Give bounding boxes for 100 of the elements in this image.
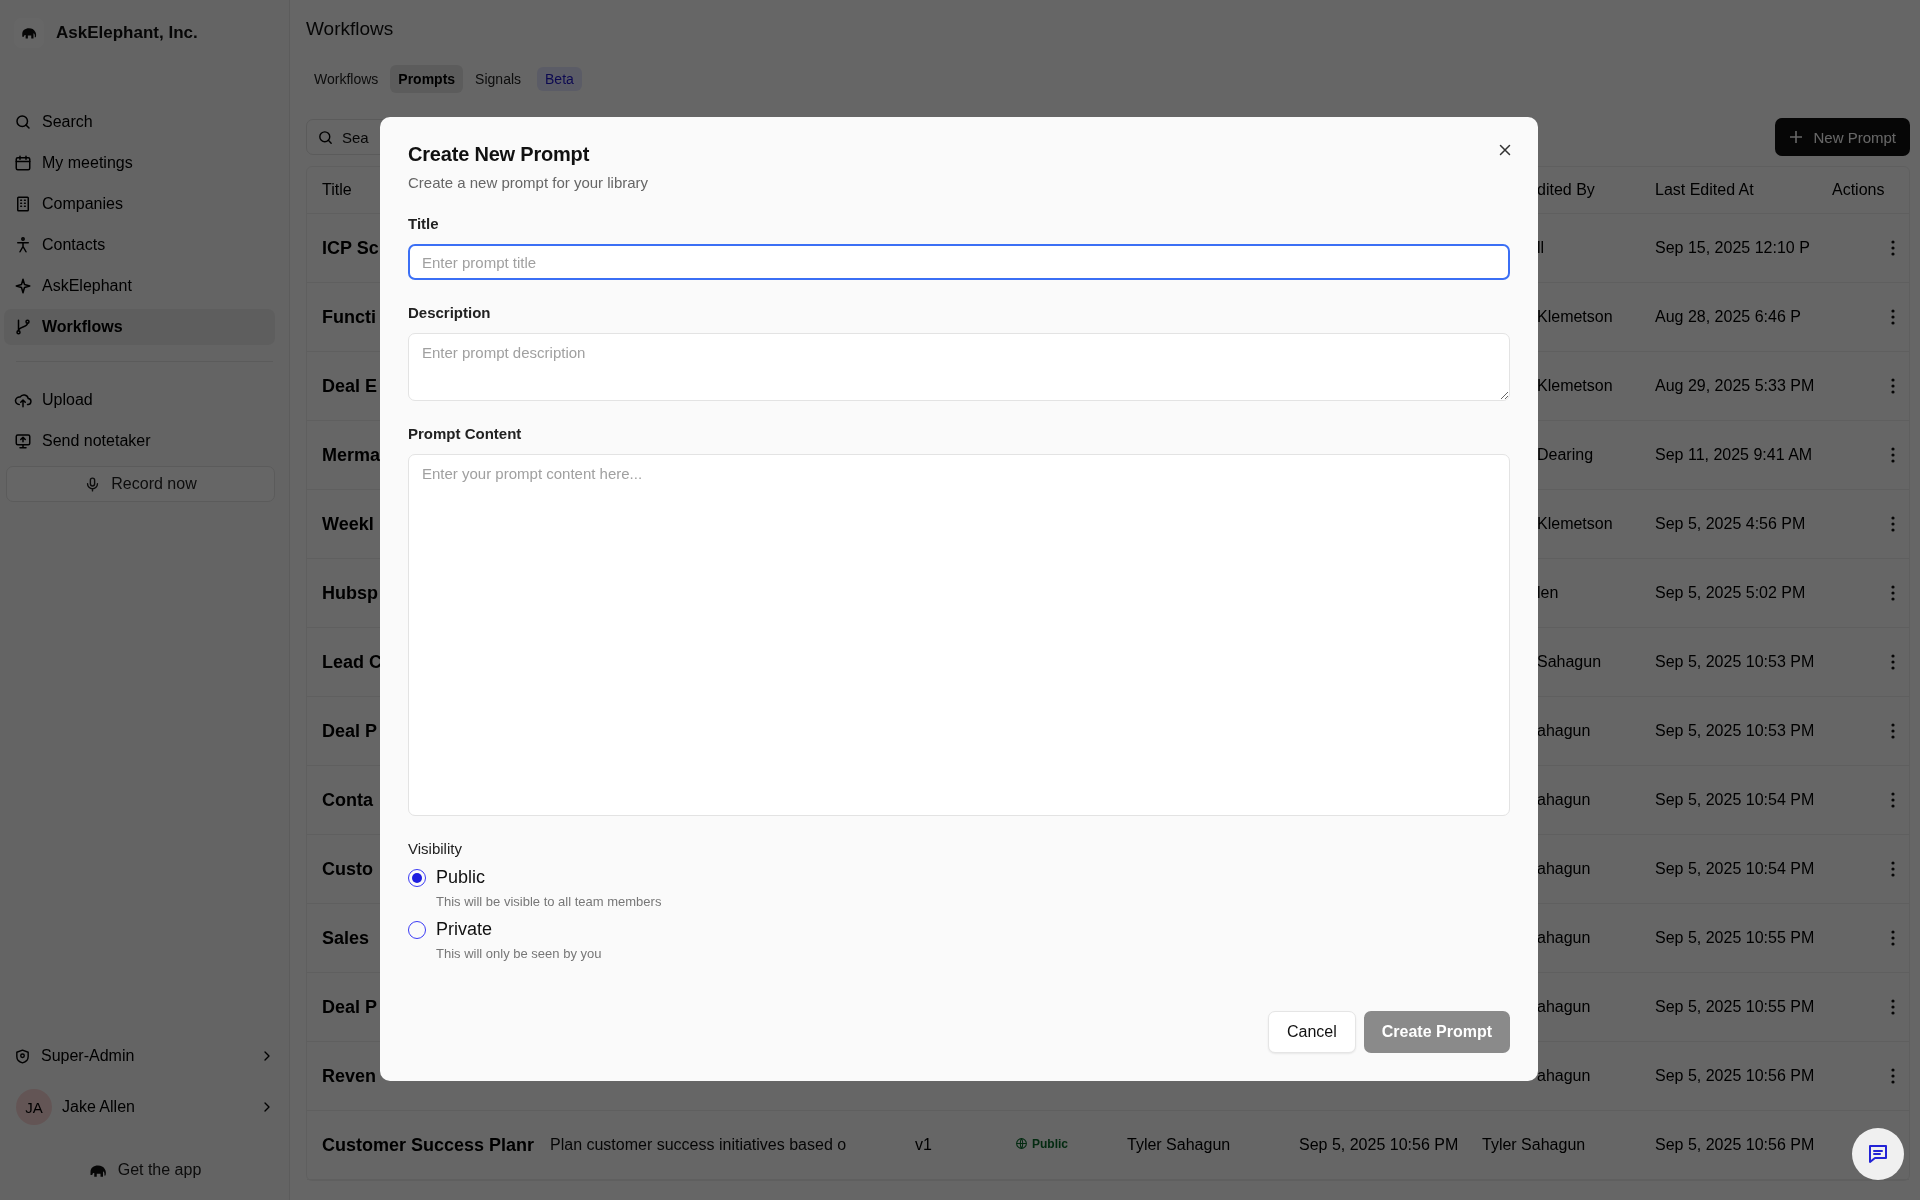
prompt-title: ICP Sc <box>322 237 379 259</box>
more-icon[interactable] <box>1891 654 1895 670</box>
table-cell: v1 <box>915 1136 932 1154</box>
table-cell: Sep 5, 2025 10:56 PM <box>1655 1067 1815 1085</box>
search-icon <box>14 113 32 131</box>
table-cell: ahagun <box>1537 791 1591 809</box>
prompt-title: Functi <box>322 306 376 328</box>
column-header: Last Edited At <box>1655 181 1754 199</box>
page-title: Workflows <box>306 18 395 40</box>
beta-badge: Beta <box>537 67 582 91</box>
sidebar-item[interactable]: My meetings <box>4 145 285 181</box>
table-cell: Tyler Sahagun <box>1482 1136 1586 1154</box>
user-menu-item[interactable]: JA Jake Allen <box>4 1084 285 1130</box>
table-cell: Sep 15, 2025 12:10 P <box>1655 239 1810 257</box>
field-label: Title <box>408 215 440 232</box>
building-icon <box>14 195 32 213</box>
tab[interactable]: Workflows <box>306 65 387 93</box>
more-icon[interactable] <box>1891 447 1895 463</box>
column-header: Title <box>322 181 352 199</box>
more-icon[interactable] <box>1891 378 1895 394</box>
dialog-title: Create New Prompt <box>408 143 590 166</box>
field-label: Description <box>408 304 492 321</box>
table-cell: ahagun <box>1537 1067 1591 1085</box>
table-cell: Sep 5, 2025 10:54 PM <box>1655 791 1815 809</box>
chat-icon <box>1866 1142 1890 1166</box>
elephant-icon <box>20 26 38 40</box>
table-cell: Sahagun <box>1537 653 1602 671</box>
radio-label[interactable]: Public <box>436 867 1510 888</box>
user-avatar: JA <box>16 1089 52 1125</box>
radio-label[interactable]: Private <box>436 919 1510 940</box>
branch-icon <box>14 318 32 336</box>
table-cell: Klemetson <box>1537 515 1613 533</box>
more-icon[interactable] <box>1891 309 1895 325</box>
monitor-icon <box>14 432 32 450</box>
radio-hint: This will be visible to all team members <box>436 894 663 909</box>
more-icon[interactable] <box>1891 861 1895 877</box>
prompt-title: Deal P <box>322 720 378 742</box>
more-icon[interactable] <box>1891 1068 1895 1084</box>
create-prompt-button[interactable]: Create Prompt <box>1363 1011 1510 1053</box>
table-cell: Sep 5, 2025 10:53 PM <box>1655 653 1815 671</box>
field-label: Prompt Content <box>408 425 523 442</box>
prompt-title: Deal P <box>322 996 378 1018</box>
tab[interactable]: Signals <box>467 65 530 93</box>
more-icon[interactable] <box>1891 723 1895 739</box>
column-header: Actions <box>1832 181 1885 199</box>
sidebar-item[interactable]: Companies <box>4 186 285 222</box>
globe-icon <box>1015 1137 1028 1150</box>
sidebar-item[interactable]: Workflows <box>4 309 275 345</box>
admin-menu-item[interactable]: Super-Admin <box>4 1038 285 1074</box>
prompt-title: Merma <box>322 444 381 466</box>
tab[interactable]: Prompts <box>390 65 464 93</box>
table-cell: Sep 5, 2025 4:56 PM <box>1655 515 1806 533</box>
more-icon[interactable] <box>1891 240 1895 256</box>
table-cell: Sep 5, 2025 10:55 PM <box>1655 998 1815 1016</box>
table-cell: ahagun <box>1537 722 1591 740</box>
table-cell: Klemetson <box>1537 308 1613 326</box>
sidebar-item[interactable]: Search <box>4 104 285 140</box>
prompt-title: Hubsp <box>322 582 378 604</box>
table-cell: len <box>1537 584 1559 602</box>
more-icon[interactable] <box>1891 585 1895 601</box>
more-icon[interactable] <box>1891 516 1895 532</box>
table-cell: Plan customer success initiatives based o <box>550 1136 847 1154</box>
search-icon <box>317 128 334 146</box>
table-cell: ll <box>1537 239 1545 257</box>
plus-icon <box>1789 130 1804 144</box>
chat-button[interactable] <box>1852 1128 1904 1180</box>
search-placeholder: Sea <box>342 128 369 146</box>
more-icon[interactable] <box>1891 792 1895 808</box>
cancel-button[interactable]: Cancel <box>1267 1011 1356 1053</box>
table-cell: Sep 5, 2025 10:53 PM <box>1655 722 1815 740</box>
sparkle-icon <box>14 277 32 295</box>
more-icon[interactable] <box>1891 930 1895 946</box>
table-cell: Tyler Sahagun <box>1127 1136 1231 1154</box>
table-cell: Aug 29, 2025 5:33 PM <box>1655 377 1815 395</box>
sidebar-item[interactable]: Contacts <box>4 227 285 263</box>
new-prompt-button[interactable]: New Prompt <box>1775 118 1910 156</box>
person-icon <box>14 236 32 254</box>
column-header: dited By <box>1537 181 1595 199</box>
table-cell: Sep 5, 2025 10:56 PM <box>1655 1136 1815 1154</box>
table-cell: Aug 28, 2025 6:46 P <box>1655 308 1801 326</box>
visibility-label: Public <box>1032 1136 1068 1151</box>
prompt-title: Conta <box>322 789 373 811</box>
cloud-upload-icon <box>14 391 32 409</box>
table-cell: Dearing <box>1537 446 1594 464</box>
prompt-title: Weekl <box>322 513 374 535</box>
prompt-title: Reven <box>322 1065 377 1087</box>
description-input[interactable]: Enter prompt description <box>408 333 1510 401</box>
record-button[interactable]: Record now <box>6 466 275 502</box>
sidebar-item[interactable]: Send notetaker <box>4 423 285 459</box>
org-name: AskElephant, Inc. <box>56 23 198 43</box>
get-app-link[interactable]: Get the app <box>4 1152 285 1188</box>
prompt-content-input[interactable]: Enter your prompt content here... <box>408 454 1510 816</box>
sidebar-item[interactable]: Upload <box>4 382 285 418</box>
sidebar-item[interactable]: AskElephant <box>4 268 285 304</box>
title-input[interactable]: Enter prompt title <box>408 244 1510 280</box>
more-icon[interactable] <box>1891 999 1895 1015</box>
prompt-title: Customer Success Planr <box>322 1134 535 1156</box>
table-cell: Sep 5, 2025 10:56 PM <box>1299 1136 1459 1154</box>
prompt-title: Custo <box>322 858 373 880</box>
prompt-title: Deal E <box>322 375 378 397</box>
